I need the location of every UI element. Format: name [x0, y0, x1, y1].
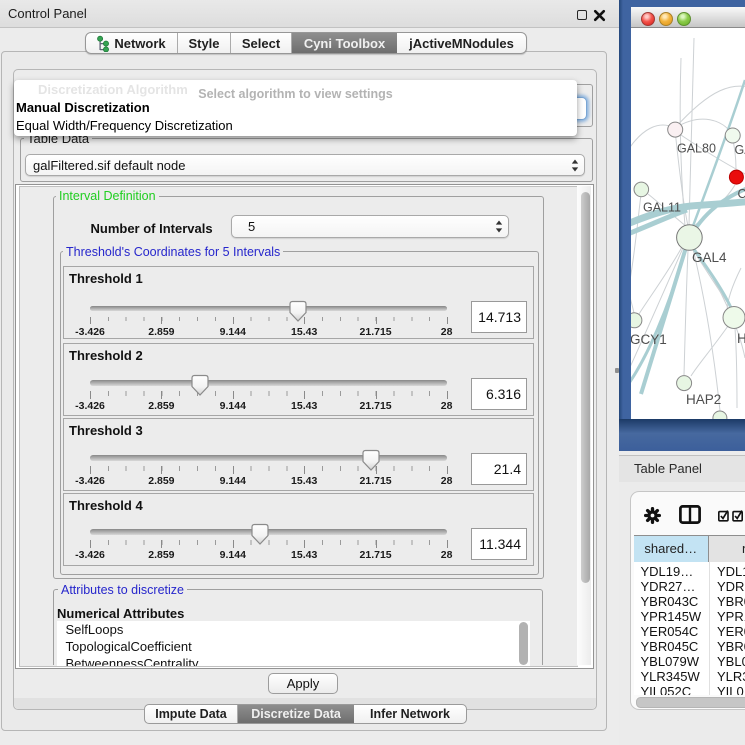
- svg-text:GAL80: GAL80: [677, 142, 716, 156]
- svg-text:GAL11: GAL11: [643, 201, 681, 215]
- svg-text:H: H: [737, 331, 745, 346]
- svg-text:C: C: [738, 187, 745, 201]
- svg-text:GCY1: GCY1: [631, 332, 667, 347]
- svg-text:HAP2: HAP2: [686, 392, 721, 407]
- svg-text:GAL4: GAL4: [692, 250, 727, 265]
- svg-text:GAL1: GAL1: [735, 143, 745, 157]
